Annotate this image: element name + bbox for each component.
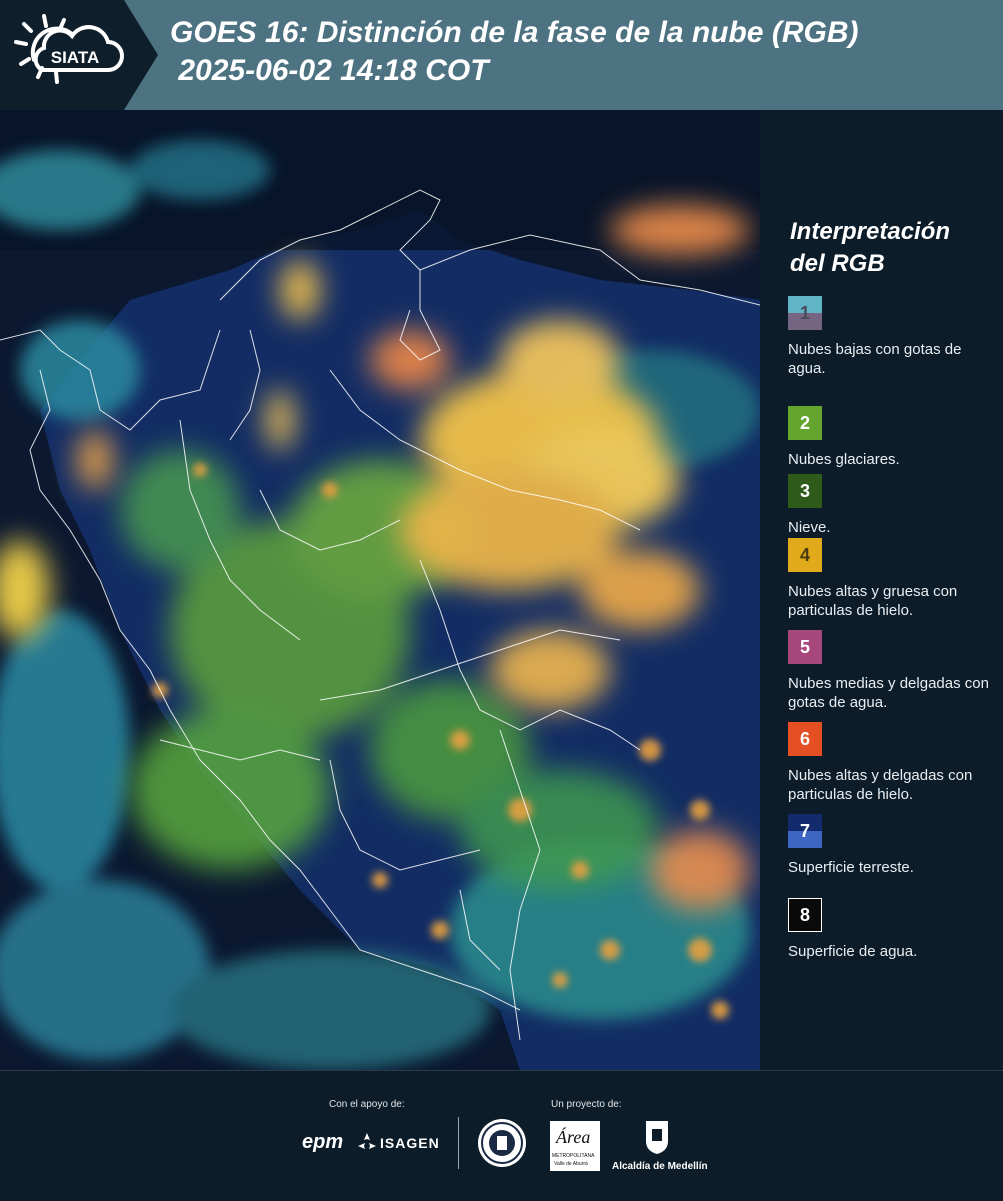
legend-label: Superficie de agua. — [788, 943, 918, 960]
legend-label: Nubes altas y gruesa con particulas de h… — [788, 583, 958, 619]
legend-number: 2 — [799, 412, 810, 433]
legend-swatch: 4 — [788, 538, 822, 572]
epm-logo[interactable]: epm — [302, 1131, 343, 1154]
footer-divider — [458, 1117, 459, 1169]
project-label: Un proyecto de: — [551, 1099, 622, 1110]
legend-label: Nubes altas y delgadas con particulas de… — [788, 767, 973, 803]
legend-number: 7 — [799, 820, 810, 841]
satellite-image-icon — [0, 110, 760, 1070]
legend-number: 3 — [799, 480, 810, 501]
legend-item: 2 Nubes glaciares. — [788, 406, 998, 469]
legend-number: 5 — [799, 636, 810, 657]
legend-label: Nubes glaciares. — [788, 451, 900, 468]
siata-logo[interactable]: SIATA — [0, 0, 158, 110]
legend-panel: Interpretación del RGB 1 Nubes bajas con … — [760, 110, 1003, 1070]
universidad-seal-icon[interactable] — [478, 1119, 526, 1167]
legend-swatch: 5 — [788, 630, 822, 664]
support-label: Con el apoyo de: — [329, 1099, 405, 1110]
isagen-logo[interactable]: ISAGEN — [380, 1135, 440, 1151]
legend-item: 1 Nubes bajas con gotas de agua. — [788, 296, 998, 378]
legend-number: 8 — [799, 904, 810, 925]
legend-label: Nubes medias y delgadas con gotas de agu… — [788, 675, 989, 711]
legend-item: 8 Superficie de agua. — [788, 898, 998, 961]
area-logo-subtext: METROPOLITANA — [552, 1153, 595, 1159]
footer: Con el apoyo de: Un proyecto de: epm ISA… — [0, 1070, 1003, 1201]
legend-item: 6 Nubes altas y delgadas con particulas d… — [788, 722, 998, 804]
area-metropolitana-logo[interactable]: Área METROPOLITANA Valle de Aburrá — [550, 1121, 600, 1171]
legend-item: 4 Nubes altas y gruesa con particulas de … — [788, 538, 998, 620]
legend-label: Nieve. — [788, 519, 831, 536]
page-title: GOES 16: Distinción de la fase de la nub… — [170, 14, 858, 90]
title-product: GOES 16: Distinción de la fase de la nub… — [170, 16, 859, 49]
legend-swatch: 1 — [788, 296, 822, 330]
legend-swatch: 6 — [788, 722, 822, 756]
siata-sun-cloud-icon: SIATA — [14, 14, 124, 84]
svg-text:SIATA: SIATA — [51, 48, 99, 67]
legend-item: 5 Nubes medias y delgadas con gotas de ag… — [788, 630, 998, 712]
legend-swatch: 3 — [788, 474, 822, 508]
legend-swatch: 8 — [788, 898, 822, 932]
legend-item: 3 Nieve. — [788, 474, 998, 537]
legend-swatch: 7 — [788, 814, 822, 848]
legend-label: Nubes bajas con gotas de agua. — [788, 341, 962, 377]
legend-number: 1 — [799, 302, 810, 323]
isagen-logo-icon — [358, 1133, 376, 1151]
legend-number: 4 — [799, 544, 810, 565]
alcaldia-logo[interactable]: Alcaldía de Medellín — [612, 1161, 708, 1172]
legend-swatch: 2 — [788, 406, 822, 440]
legend-title: Interpretación del RGB — [790, 218, 951, 277]
area-logo-text: Área — [556, 1127, 591, 1147]
title-datetime: 2025-06-02 14:18 COT — [170, 54, 489, 87]
legend-item: 7 Superficie terreste. — [788, 814, 998, 877]
area-logo-subtext2: Valle de Aburrá — [554, 1161, 588, 1167]
satellite-map[interactable] — [0, 110, 760, 1070]
alcaldia-shield-icon — [644, 1119, 670, 1155]
header-bar: SIATA GOES 16: Distinción de la fase de … — [0, 0, 1003, 110]
legend-number: 6 — [799, 728, 810, 749]
legend-label: Superficie terreste. — [788, 859, 914, 876]
